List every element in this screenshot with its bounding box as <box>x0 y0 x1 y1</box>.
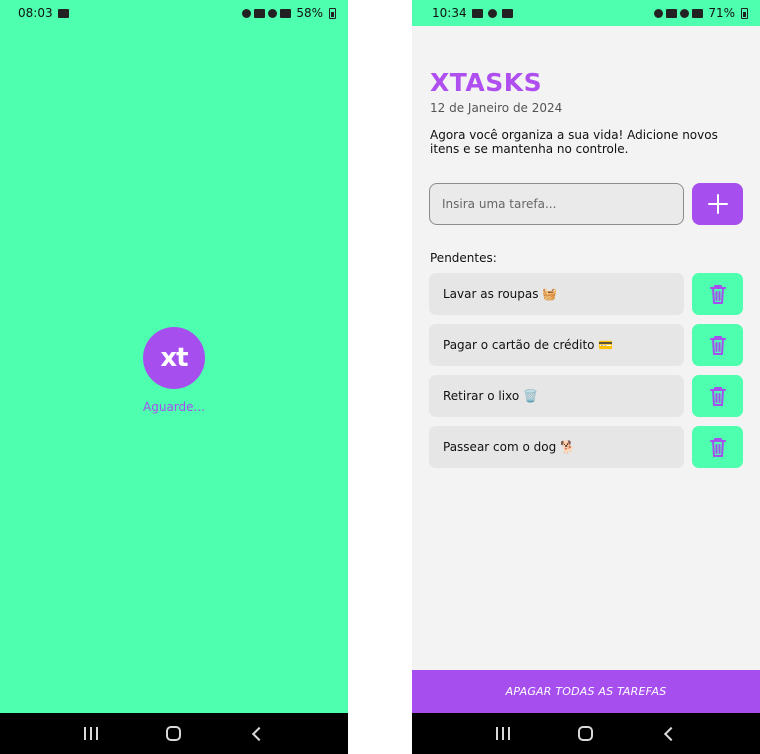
image-notification-icon <box>471 8 483 18</box>
tasks-screen: 10:34 71% XTASKS 12 de Janeiro de 2024 A… <box>412 0 760 754</box>
pending-label: Pendentes: <box>430 251 497 265</box>
system-nav-bar <box>0 713 348 754</box>
trash-icon <box>709 336 726 355</box>
task-text[interactable]: Retirar o lixo 🗑️ <box>429 375 684 417</box>
task-row: Pagar o cartão de crédito 💳 <box>429 324 743 366</box>
task-input[interactable] <box>429 183 684 225</box>
mute-icon <box>666 8 678 18</box>
status-bar: 10:34 71% <box>412 0 760 26</box>
signal-icon <box>692 8 704 18</box>
signal-icon <box>280 8 292 18</box>
alarm-icon <box>654 8 664 18</box>
app-description: Agora você organiza a sua vida! Adicione… <box>430 128 718 156</box>
status-icons <box>654 8 704 18</box>
app-logo-text: xt <box>160 343 188 373</box>
nav-back-button[interactable] <box>242 719 272 749</box>
nav-home-button[interactable] <box>159 719 189 749</box>
delete-task-button[interactable] <box>692 324 743 366</box>
add-icon <box>707 194 728 214</box>
status-bar: 08:03 58% <box>0 0 348 26</box>
nav-back-button[interactable] <box>654 719 684 749</box>
nav-recent-icon <box>496 727 511 740</box>
loading-text: Aguarde... <box>143 400 205 414</box>
task-text[interactable]: Pagar o cartão de crédito 💳 <box>429 324 684 366</box>
nav-home-button[interactable] <box>571 719 601 749</box>
nav-home-icon <box>578 726 594 741</box>
delete-task-button[interactable] <box>692 426 743 468</box>
task-text[interactable]: Passear com o dog 🐕 <box>429 426 684 468</box>
alarm-icon <box>242 8 252 18</box>
task-row: Retirar o lixo 🗑️ <box>429 375 743 417</box>
add-task-button[interactable] <box>692 183 743 225</box>
nav-recent-icon <box>84 727 99 740</box>
battery-percent: 71% <box>708 6 735 20</box>
app-title: XTASKS <box>430 68 543 97</box>
nav-back-icon <box>663 726 678 741</box>
battery-icon <box>329 7 336 19</box>
notification-icon <box>501 8 513 18</box>
wifi-icon <box>268 8 278 18</box>
trash-icon <box>709 438 726 457</box>
nav-recent-button[interactable] <box>488 719 518 749</box>
system-nav-bar <box>412 713 760 754</box>
delete-task-button[interactable] <box>692 375 743 417</box>
wifi-icon <box>680 8 690 18</box>
battery-icon <box>741 7 748 19</box>
alarm-notification-icon <box>487 8 497 18</box>
delete-task-button[interactable] <box>692 273 743 315</box>
notification-icon <box>57 8 69 18</box>
nav-home-icon <box>166 726 182 741</box>
current-date: 12 de Janeiro de 2024 <box>430 101 563 115</box>
status-time: 10:34 <box>432 6 467 20</box>
splash-screen: 08:03 58% xt Aguarde... <box>0 0 348 754</box>
status-time: 08:03 <box>18 6 53 20</box>
battery-percent: 58% <box>296 6 323 20</box>
task-row: Lavar as roupas 🧺 <box>429 273 743 315</box>
trash-icon <box>709 387 726 406</box>
nav-back-icon <box>251 726 266 741</box>
clear-all-tasks-button[interactable]: APAGAR TODAS AS TAREFAS <box>412 670 760 713</box>
trash-icon <box>709 285 726 304</box>
mute-icon <box>254 8 266 18</box>
task-row: Passear com o dog 🐕 <box>429 426 743 468</box>
app-logo: xt <box>143 327 205 389</box>
nav-recent-button[interactable] <box>76 719 106 749</box>
status-icons <box>242 8 292 18</box>
task-text[interactable]: Lavar as roupas 🧺 <box>429 273 684 315</box>
task-list: Lavar as roupas 🧺 Pagar o cartão de créd… <box>429 273 743 477</box>
